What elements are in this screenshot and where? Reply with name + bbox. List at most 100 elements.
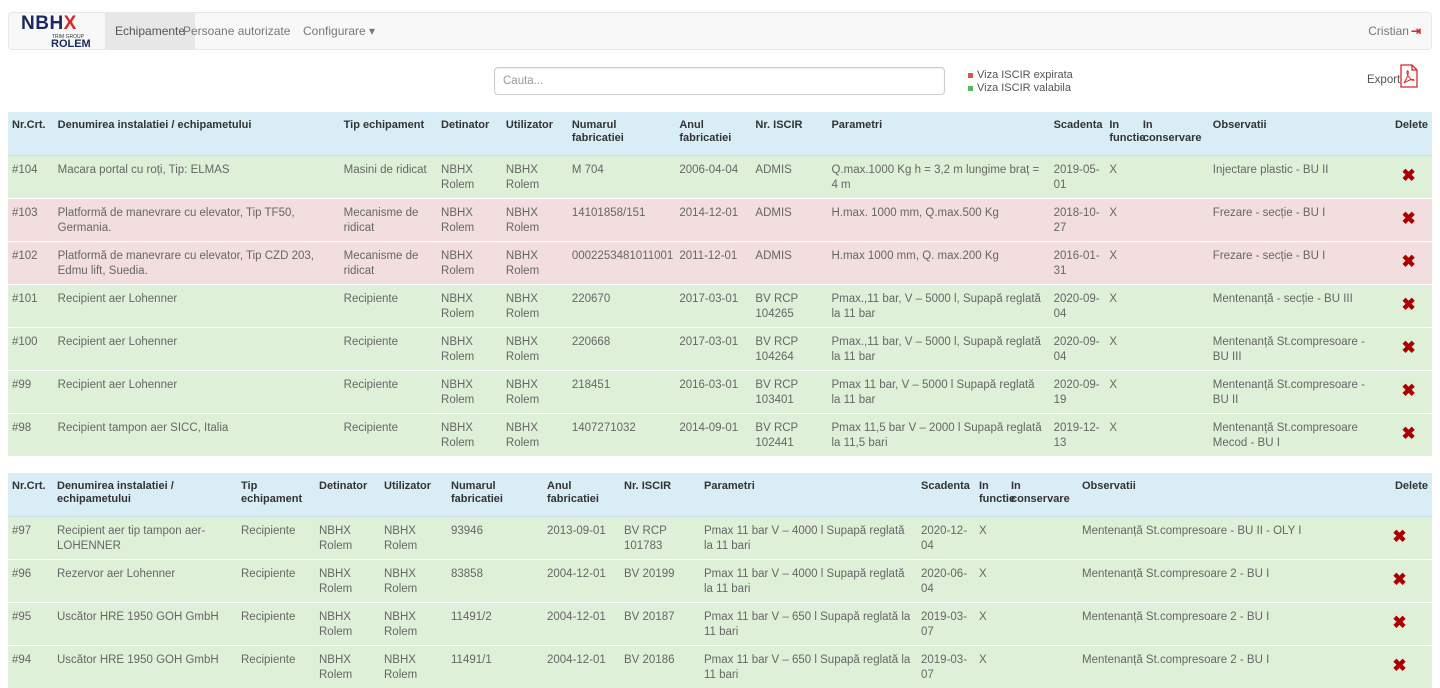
table-cell: 2020-09-19 <box>1049 369 1106 413</box>
status-legend: Viza ISCIR expirata Viza ISCIR valabila <box>968 69 1073 95</box>
search-input[interactable] <box>494 67 945 95</box>
table-cell: NBHX Rolem <box>501 283 568 327</box>
delete-icon[interactable]: ✖ <box>1402 210 1416 227</box>
table-cell: NBHX Rolem <box>380 644 447 688</box>
table-cell: 2019-03-07 <box>917 644 975 688</box>
table-cell: Pmax 11,5 bar V – 2000 l Supapă reglată … <box>827 412 1050 456</box>
table-cell: NBHX Rolem <box>380 515 447 559</box>
table-cell: X <box>1105 154 1139 198</box>
delete-icon[interactable]: ✖ <box>1392 657 1406 674</box>
table-cell: X <box>975 601 1007 645</box>
legend-expired-swatch <box>968 72 973 78</box>
table-cell: NBHX Rolem <box>501 154 568 198</box>
table-cell: Pmax 11 bar V – 650 l Supapă reglată la … <box>700 601 917 645</box>
table-cell: Mentenanță St.compresoare 2 - BU I <box>1078 558 1367 602</box>
table-cell <box>1138 283 1209 327</box>
delete-cell: ✖ <box>1385 283 1432 327</box>
table-cell: 2004-12-01 <box>543 558 620 602</box>
column-header: Scadenta <box>917 473 975 517</box>
export-button[interactable]: Export <box>1367 64 1418 94</box>
delete-icon[interactable]: ✖ <box>1402 425 1416 442</box>
table-cell: 2020-06-04 <box>917 558 975 602</box>
table-row[interactable]: #96 Rezervor aer Lohenner Recipiente NBHX R… <box>8 558 1432 602</box>
delete-icon[interactable]: ✖ <box>1402 382 1416 399</box>
table-cell: #102 <box>8 240 54 284</box>
table-cell <box>1138 412 1209 456</box>
column-header: Utilizator <box>501 112 568 156</box>
column-header: Numarul fabricatiei <box>447 473 543 517</box>
table-cell: Recipient aer Lohenner <box>53 326 340 370</box>
delete-icon[interactable]: ✖ <box>1402 253 1416 270</box>
table-cell: 220670 <box>567 283 676 327</box>
table-row[interactable]: #94 Uscător HRE 1950 GOH GmbH Recipiente NB… <box>8 644 1432 688</box>
table-cell: Mentenanță St.compresoare - BU II <box>1208 369 1386 413</box>
table-cell: Q.max.1000 Kg h = 3,2 m lungime braț = 4… <box>827 154 1050 198</box>
table-cell: X <box>1105 412 1139 456</box>
table-cell: 11491/2 <box>447 601 543 645</box>
table-cell: Frezare - secție - BU I <box>1208 240 1386 284</box>
column-header: In functie <box>975 473 1015 517</box>
table-header-row: Nr.Crt. Denumirea instalatiei / echipamet… <box>8 112 1432 156</box>
table-row[interactable]: #98 Recipient tampon aer SICC, Italia Reci… <box>8 412 1432 456</box>
table-cell: NBHX Rolem <box>315 644 380 688</box>
table-row[interactable]: #97 Recipient aer tip tampon aer-LOHENNER… <box>8 515 1432 559</box>
table-cell: X <box>1105 326 1139 370</box>
nav-persoane-autorizate[interactable]: Persoane autorizate <box>173 13 300 49</box>
table-cell: Recipiente <box>237 558 315 602</box>
table-row[interactable]: #100 Recipient aer Lohenner Recipiente NBHX… <box>8 326 1432 370</box>
table-cell: Recipiente <box>237 644 315 688</box>
delete-icon[interactable]: ✖ <box>1402 167 1416 184</box>
table-cell: ADMIS <box>751 197 828 241</box>
delete-cell: ✖ <box>1385 154 1432 198</box>
table-cell: NBHX Rolem <box>501 240 568 284</box>
table-cell <box>1007 515 1078 559</box>
nav-configurare-dropdown[interactable]: Configurare ▾ <box>293 13 385 49</box>
table-cell: Pmax.,11 bar, V – 5000 l, Supapă reglată… <box>827 326 1050 370</box>
table-row[interactable]: #95 Uscător HRE 1950 GOH GmbH Recipiente NB… <box>8 601 1432 645</box>
table-cell: NBHX Rolem <box>501 412 568 456</box>
table-cell: #97 <box>8 515 53 559</box>
table-row[interactable]: #102 Platformă de manevrare cu elevator, … <box>8 240 1432 284</box>
table-body: #97 Recipient aer tip tampon aer-LOHENNER… <box>8 515 1432 688</box>
table-row[interactable]: #101 Recipient aer Lohenner Recipiente NBHX… <box>8 283 1432 327</box>
table-cell: 2019-05-01 <box>1049 154 1106 198</box>
table-row[interactable]: #99 Recipient aer Lohenner Recipiente NBHX … <box>8 369 1432 413</box>
column-header: In conservare <box>1138 112 1209 156</box>
table-cell: Recipient aer tip tampon aer-LOHENNER <box>53 515 237 559</box>
legend-expired: Viza ISCIR expirata <box>968 69 1073 82</box>
table-cell: Platformă de manevrare cu elevator, Tip … <box>53 197 340 241</box>
column-header: Denumirea instalatiei / echipametului <box>53 112 340 156</box>
table-cell: X <box>975 644 1007 688</box>
delete-icon[interactable]: ✖ <box>1392 571 1406 588</box>
table-cell: NBHX Rolem <box>437 240 502 284</box>
brand-logo[interactable]: NBHX TRIM GROUP ROLEM <box>21 13 91 51</box>
delete-icon[interactable]: ✖ <box>1402 296 1416 313</box>
table-cell: Mecanisme de ridicat <box>339 240 438 284</box>
delete-cell: ✖ <box>1367 558 1432 602</box>
column-header: Observatii <box>1208 112 1386 156</box>
user-menu[interactable]: Cristian ⇥ <box>1368 13 1421 49</box>
column-header: In functie <box>1105 112 1145 156</box>
table-cell: 2017-03-01 <box>675 326 752 370</box>
delete-icon[interactable]: ✖ <box>1392 614 1406 631</box>
sign-out-icon[interactable]: ⇥ <box>1411 24 1421 38</box>
delete-icon[interactable]: ✖ <box>1402 339 1416 356</box>
column-header: In conservare <box>1007 473 1078 517</box>
table-cell: BV RCP 103401 <box>751 369 828 413</box>
column-header: Utilizator <box>380 473 447 517</box>
table-cell: Recipiente <box>339 326 438 370</box>
column-header: Nr. ISCIR <box>620 473 700 517</box>
delete-cell: ✖ <box>1385 240 1432 284</box>
table-cell: 2014-09-01 <box>675 412 752 456</box>
table-cell: Mentenanță St.compresoare 2 - BU I <box>1078 644 1367 688</box>
table-cell: NBHX Rolem <box>315 601 380 645</box>
table-cell: Mentenanță - secție - BU III <box>1208 283 1386 327</box>
column-header: Anul fabricatiei <box>543 473 620 517</box>
table-cell: 83858 <box>447 558 543 602</box>
table-row[interactable]: #104 Macara portal cu roți, Tip: ELMAS Mas… <box>8 154 1432 198</box>
delete-icon[interactable]: ✖ <box>1392 528 1406 545</box>
table-row[interactable]: #103 Platformă de manevrare cu elevator, … <box>8 197 1432 241</box>
table-cell: 2016-01-31 <box>1049 240 1106 284</box>
table-cell: NBHX Rolem <box>315 515 380 559</box>
table-cell: #95 <box>8 601 53 645</box>
